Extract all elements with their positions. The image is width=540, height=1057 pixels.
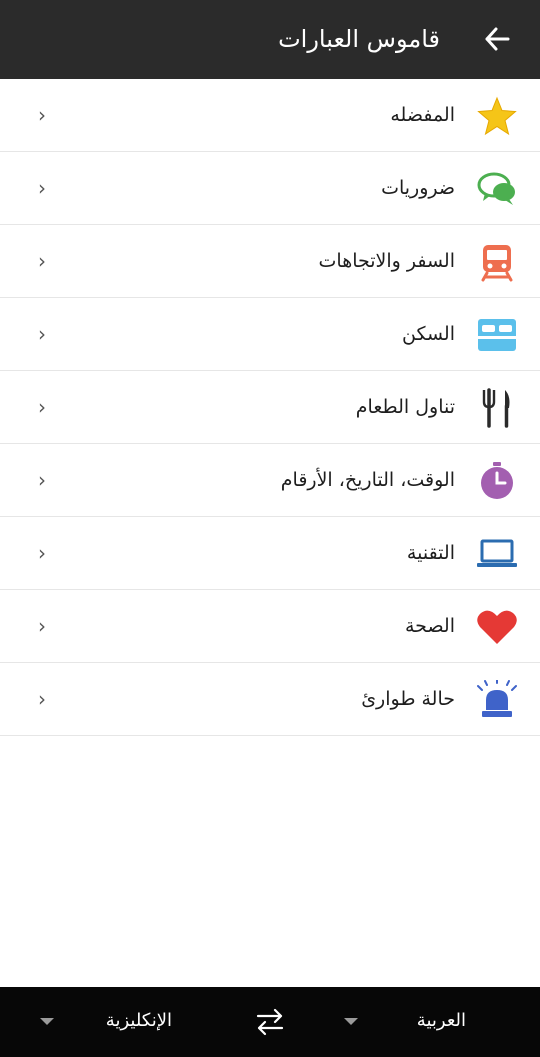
chevron-icon: ‹: [38, 322, 46, 346]
list-item-health[interactable]: الصحة ‹: [0, 590, 540, 663]
arrow-back-icon[interactable]: [480, 22, 514, 56]
star-icon: [476, 95, 518, 137]
list-item-technology[interactable]: التقنية ‹: [0, 517, 540, 590]
list-item-time-date-numbers[interactable]: الوقت، التاريخ، الأرقام ‹: [0, 444, 540, 517]
chevron-icon: ‹: [38, 103, 46, 127]
chevron-icon: ‹: [38, 614, 46, 638]
siren-icon: [476, 679, 518, 721]
page-title: قاموس العبارات: [278, 25, 440, 53]
target-language-select[interactable]: الإنكليزية: [106, 987, 172, 1057]
list-item-label: تناول الطعام: [355, 396, 455, 418]
chevron-down-icon[interactable]: [344, 1018, 358, 1025]
list-item-essentials[interactable]: ضروريات ‹: [0, 152, 540, 225]
chevron-icon: ‹: [38, 249, 46, 273]
stopwatch-icon: [476, 460, 518, 502]
chevron-icon: ‹: [38, 541, 46, 565]
language-bar: العربية الإنكليزية: [0, 987, 540, 1057]
list-item-label: التقنية: [406, 542, 455, 564]
category-list: المفضله ‹ ضروريات ‹ السفر والاتجاهات ‹ ا…: [0, 79, 540, 736]
list-item-label: السفر والاتجاهات: [318, 250, 455, 272]
list-item-label: الصحة: [405, 615, 455, 637]
laptop-icon: [476, 533, 518, 575]
chat-bubbles-icon: [476, 168, 518, 210]
chevron-icon: ‹: [38, 687, 46, 711]
bed-icon: [476, 314, 518, 356]
swap-arrows-icon[interactable]: [254, 1007, 286, 1037]
chevron-icon: ‹: [38, 395, 46, 419]
list-item-emergency[interactable]: حالة طوارئ ‹: [0, 663, 540, 736]
chevron-down-icon[interactable]: [40, 1018, 54, 1025]
list-item-dining[interactable]: تناول الطعام ‹: [0, 371, 540, 444]
chevron-icon: ‹: [38, 176, 46, 200]
app-bar: قاموس العبارات: [0, 0, 540, 79]
fork-knife-icon: [476, 387, 518, 429]
list-item-travel[interactable]: السفر والاتجاهات ‹: [0, 225, 540, 298]
chevron-icon: ‹: [38, 468, 46, 492]
list-item-label: المفضله: [390, 104, 455, 126]
heart-icon: [476, 606, 518, 648]
source-language-select[interactable]: العربية: [417, 987, 466, 1057]
list-item-label: حالة طوارئ: [361, 688, 455, 710]
list-item-label: ضروريات: [381, 177, 455, 199]
list-item-label: السكن: [402, 323, 455, 345]
train-icon: [476, 241, 518, 283]
list-item-accommodation[interactable]: السكن ‹: [0, 298, 540, 371]
list-item-favorites[interactable]: المفضله ‹: [0, 79, 540, 152]
list-item-label: الوقت، التاريخ، الأرقام: [280, 469, 455, 491]
